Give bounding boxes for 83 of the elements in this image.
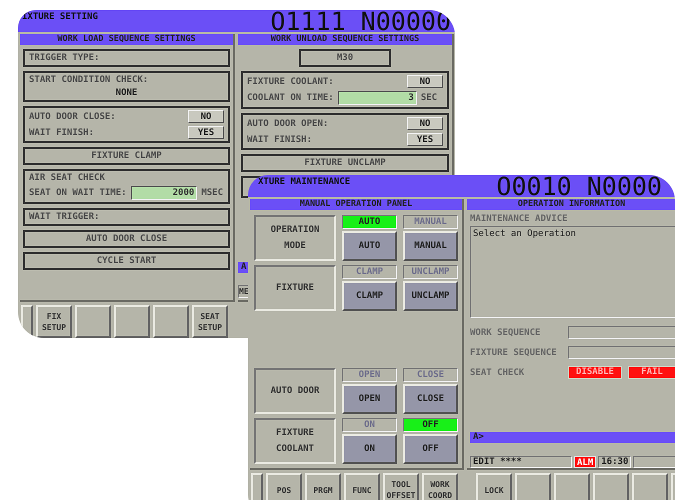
softkey[interactable]: WORK COORD <box>422 473 458 500</box>
operation-button[interactable]: UNCLAMP <box>403 281 458 311</box>
operation-button[interactable]: OPEN <box>342 384 397 414</box>
operation-button[interactable]: OFF <box>403 434 458 464</box>
program-number: O1111 N00000 <box>270 10 451 34</box>
operation-button[interactable]: ON <box>342 434 397 464</box>
setting-label: WAIT FINISH: <box>247 134 314 144</box>
setting-label: SEAT ON WAIT TIME: <box>29 188 127 198</box>
command-prompt: A> <box>470 432 675 443</box>
status-indicator: OFF <box>403 418 458 432</box>
value-field[interactable]: 3 <box>338 91 417 105</box>
mode-status: EDIT **** <box>470 456 572 468</box>
step-box: TRIGGER TYPE: <box>23 49 230 67</box>
info-label: WORK SEQUENCE <box>470 328 542 338</box>
section-header: WORK LOAD SEQUENCE SETTINGS <box>20 34 233 45</box>
softkey[interactable] <box>251 473 263 500</box>
setting-label: WAIT FINISH: <box>29 128 96 138</box>
toggle-button[interactable]: NO <box>188 110 224 123</box>
status-badge: FAIL <box>628 366 675 379</box>
softkey[interactable] <box>554 473 590 500</box>
clock-time: 16:30 <box>598 456 632 468</box>
status-indicator: UNCLAMP <box>403 265 458 279</box>
softkey[interactable] <box>632 473 668 500</box>
info-label: SEAT CHECK <box>470 368 526 378</box>
step-box: WAIT TRIGGER: <box>23 208 230 226</box>
softkey[interactable]: TOOL OFFSET <box>383 473 419 500</box>
operation-button[interactable]: MANUAL <box>403 231 458 261</box>
value-field[interactable]: 2000 <box>130 186 198 200</box>
softkey[interactable]: FUNC <box>344 473 380 500</box>
alarm-indicator: ALM <box>574 456 596 468</box>
section-header: MANUAL OPERATION PANEL <box>250 199 462 210</box>
softkey[interactable] <box>515 473 551 500</box>
step-box: FIXTURE UNCLAMP <box>241 154 449 172</box>
screen-title: XTURE MAINTENANCE <box>258 176 350 187</box>
toggle-button[interactable]: NO <box>407 117 443 130</box>
softkey[interactable] <box>114 305 150 338</box>
step-label: AIR SEAT CHECK <box>29 173 106 183</box>
advice-label: MAINTENANCE ADVICE <box>470 214 569 224</box>
advice-text: Select an Operation <box>470 226 675 318</box>
status-indicator: ON <box>342 418 397 432</box>
status-indicator: CLAMP <box>342 265 397 279</box>
step-box: FIXTURE CLAMP <box>23 147 230 165</box>
toggle-button[interactable]: YES <box>188 126 224 139</box>
unit-label: SEC <box>420 93 438 103</box>
setting-label: AUTO DOOR CLOSE: <box>29 112 117 122</box>
status-indicator: CLOSE <box>403 368 458 382</box>
section-header: WORK UNLOAD SEQUENCE SETTINGS <box>238 34 452 45</box>
softkey[interactable] <box>75 305 111 338</box>
program-number: O0010 N0000 <box>496 175 662 199</box>
operation-button[interactable]: CLAMP <box>342 281 397 311</box>
step-box: CYCLE START <box>23 252 230 270</box>
setting-label: COOLANT ON TIME: <box>247 93 334 103</box>
setting-label: AUTO DOOR OPEN: <box>247 118 330 128</box>
section-header: OPERATION INFORMATION <box>467 199 675 210</box>
operation-label: OPERATION MODE <box>254 215 336 261</box>
status-indicator: AUTO <box>342 215 397 229</box>
status-indicator: OPEN <box>342 368 397 382</box>
step-value: NONE <box>114 88 138 98</box>
operation-label: FIXTURE <box>254 265 336 311</box>
screen-title: IXTURE SETTING <box>22 11 98 22</box>
softkey[interactable]: PRGM <box>305 473 341 500</box>
step-label: START CONDITION CHECK: <box>29 75 150 85</box>
softkey[interactable] <box>21 305 33 338</box>
unit-label: MSEC <box>201 188 224 198</box>
softkey[interactable]: LOCK <box>476 473 512 500</box>
operation-button[interactable]: AUTO <box>342 231 397 261</box>
operation-label: AUTO DOOR <box>254 368 336 414</box>
status-indicator: MANUAL <box>403 215 458 229</box>
toggle-button[interactable]: NO <box>407 75 443 88</box>
operation-button[interactable]: CLOSE <box>403 384 458 414</box>
softkey[interactable] <box>593 473 629 500</box>
status-field <box>633 456 675 468</box>
status-badge: DISABLE <box>568 366 622 379</box>
toggle-button[interactable]: YES <box>407 133 443 146</box>
setting-label: FIXTURE COOLANT: <box>247 76 335 86</box>
softkey[interactable] <box>153 305 189 338</box>
step-box: AUTO DOOR CLOSE <box>23 230 230 248</box>
softkey[interactable]: SEAT SETUP <box>192 305 228 338</box>
step-box: M30 <box>299 49 391 67</box>
info-label: FIXTURE SEQUENCE <box>470 348 558 358</box>
operation-label: FIXTURE COOLANT <box>254 418 336 464</box>
softkey[interactable]: FIX SETUP <box>36 305 72 338</box>
softkey[interactable]: POS <box>266 473 302 500</box>
